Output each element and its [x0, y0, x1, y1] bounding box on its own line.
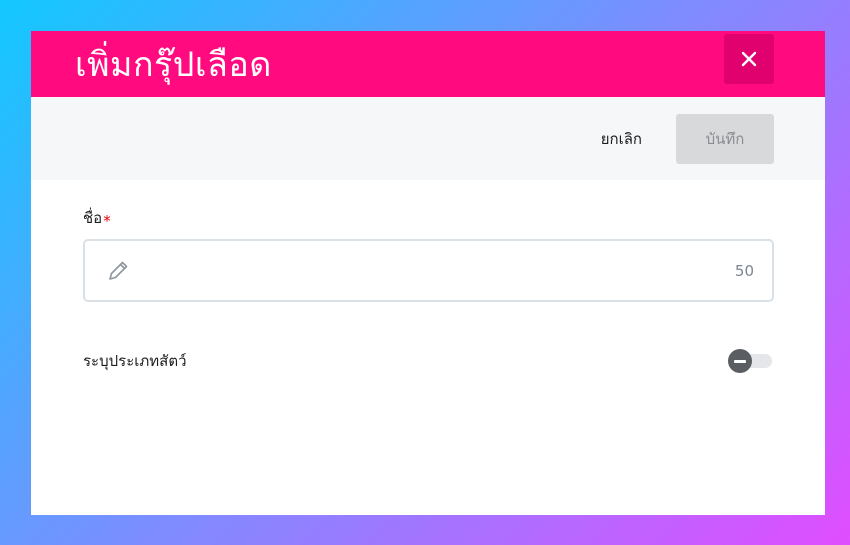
name-input[interactable] — [143, 261, 735, 280]
save-button[interactable]: บันทึก — [676, 113, 774, 164]
name-field[interactable]: 50 — [83, 239, 774, 302]
action-bar: ยกเลิก บันทึก — [31, 97, 825, 180]
toggle-knob — [728, 349, 752, 373]
dialog-header: เพิ่มกรุ๊ปเลือด — [31, 31, 825, 97]
close-icon — [741, 51, 757, 67]
species-toggle[interactable] — [728, 347, 774, 375]
cancel-button[interactable]: ยกเลิก — [601, 127, 676, 151]
name-char-counter: 50 — [734, 261, 754, 280]
dialog-title: เพิ่มกรุ๊ปเลือด — [75, 45, 272, 85]
add-blood-group-dialog: เพิ่มกรุ๊ปเลือด ยกเลิก บันทึก ชื่อ * 50 ร… — [31, 31, 825, 515]
minus-icon — [734, 359, 746, 363]
pencil-icon — [109, 261, 128, 280]
close-button[interactable] — [724, 34, 774, 84]
species-toggle-label: ระบุประเภทสัตว์ — [83, 352, 187, 370]
form-body: ชื่อ * 50 ระบุประเภทสัตว์ — [31, 180, 825, 375]
name-field-label: ชื่อ * — [83, 208, 774, 230]
required-asterisk: * — [103, 212, 111, 230]
species-toggle-row: ระบุประเภทสัตว์ — [83, 347, 774, 375]
name-label-text: ชื่อ — [83, 209, 103, 227]
